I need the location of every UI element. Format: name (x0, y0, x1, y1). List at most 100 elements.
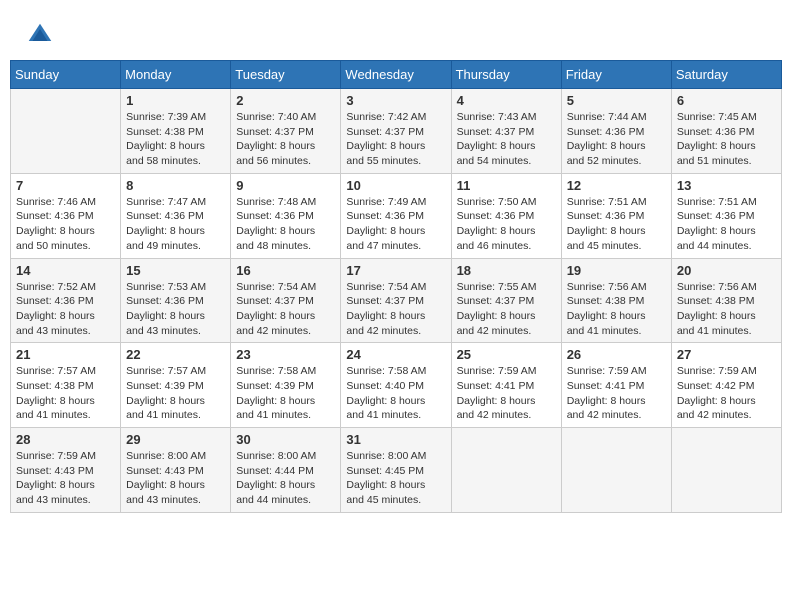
calendar-cell: 8 Sunrise: 7:47 AMSunset: 4:36 PMDaylight… (121, 173, 231, 258)
calendar-cell (561, 428, 671, 513)
day-number: 27 (677, 347, 776, 362)
day-number: 10 (346, 178, 445, 193)
day-info: Sunrise: 7:54 AMSunset: 4:37 PMDaylight:… (236, 280, 335, 339)
day-number: 13 (677, 178, 776, 193)
calendar-cell: 27 Sunrise: 7:59 AMSunset: 4:42 PMDayligh… (671, 343, 781, 428)
day-info: Sunrise: 7:58 AMSunset: 4:40 PMDaylight:… (346, 364, 445, 423)
day-info: Sunrise: 7:52 AMSunset: 4:36 PMDaylight:… (16, 280, 115, 339)
day-number: 7 (16, 178, 115, 193)
day-info: Sunrise: 7:55 AMSunset: 4:37 PMDaylight:… (457, 280, 556, 339)
calendar-cell: 4Sunrise: 7:43 AMSunset: 4:37 PMDaylight… (451, 89, 561, 174)
day-info: Sunrise: 7:56 AMSunset: 4:38 PMDaylight:… (677, 280, 776, 339)
calendar-cell: 16 Sunrise: 7:54 AMSunset: 4:37 PMDayligh… (231, 258, 341, 343)
calendar-cell: 21 Sunrise: 7:57 AMSunset: 4:38 PMDayligh… (11, 343, 121, 428)
day-info: Sunrise: 7:42 AMSunset: 4:37 PMDaylight:… (346, 110, 445, 169)
day-info: Sunrise: 7:57 AMSunset: 4:38 PMDaylight:… (16, 364, 115, 423)
day-info: Sunrise: 7:50 AMSunset: 4:36 PMDaylight:… (457, 195, 556, 254)
day-number: 16 (236, 263, 335, 278)
day-number: 6 (677, 93, 776, 108)
calendar-week-row: 28 Sunrise: 7:59 AMSunset: 4:43 PMDayligh… (11, 428, 782, 513)
day-info: Sunrise: 7:51 AMSunset: 4:36 PMDaylight:… (677, 195, 776, 254)
calendar-cell: 11 Sunrise: 7:50 AMSunset: 4:36 PMDayligh… (451, 173, 561, 258)
calendar-cell: 28 Sunrise: 7:59 AMSunset: 4:43 PMDayligh… (11, 428, 121, 513)
day-header-monday: Monday (121, 61, 231, 89)
calendar-week-row: 21 Sunrise: 7:57 AMSunset: 4:38 PMDayligh… (11, 343, 782, 428)
day-number: 15 (126, 263, 225, 278)
calendar-header-row: SundayMondayTuesdayWednesdayThursdayFrid… (11, 61, 782, 89)
logo-icon (25, 20, 55, 50)
calendar-cell: 7 Sunrise: 7:46 AMSunset: 4:36 PMDaylight… (11, 173, 121, 258)
calendar-cell: 15 Sunrise: 7:53 AMSunset: 4:36 PMDayligh… (121, 258, 231, 343)
page-header (10, 10, 782, 55)
day-info: Sunrise: 8:00 AMSunset: 4:43 PMDaylight:… (126, 449, 225, 508)
day-number: 19 (567, 263, 666, 278)
day-number: 29 (126, 432, 225, 447)
day-info: Sunrise: 7:53 AMSunset: 4:36 PMDaylight:… (126, 280, 225, 339)
day-number: 11 (457, 178, 556, 193)
calendar-cell: 13 Sunrise: 7:51 AMSunset: 4:36 PMDayligh… (671, 173, 781, 258)
day-info: Sunrise: 7:49 AMSunset: 4:36 PMDaylight:… (346, 195, 445, 254)
day-info: Sunrise: 7:45 AMSunset: 4:36 PMDaylight:… (677, 110, 776, 169)
day-info: Sunrise: 7:59 AMSunset: 4:41 PMDaylight:… (457, 364, 556, 423)
day-info: Sunrise: 8:00 AMSunset: 4:44 PMDaylight:… (236, 449, 335, 508)
day-number: 20 (677, 263, 776, 278)
calendar-cell: 20 Sunrise: 7:56 AMSunset: 4:38 PMDayligh… (671, 258, 781, 343)
logo (25, 20, 59, 50)
day-number: 9 (236, 178, 335, 193)
calendar-week-row: 1 Sunrise: 7:39 AMSunset: 4:38 PMDaylight… (11, 89, 782, 174)
calendar-cell: 14Sunrise: 7:52 AMSunset: 4:36 PMDayligh… (11, 258, 121, 343)
day-number: 8 (126, 178, 225, 193)
day-number: 28 (16, 432, 115, 447)
day-header-sunday: Sunday (11, 61, 121, 89)
calendar-cell: 25 Sunrise: 7:59 AMSunset: 4:41 PMDayligh… (451, 343, 561, 428)
calendar-cell: 12Sunrise: 7:51 AMSunset: 4:36 PMDayligh… (561, 173, 671, 258)
calendar-cell (451, 428, 561, 513)
day-header-thursday: Thursday (451, 61, 561, 89)
calendar-cell: 31 Sunrise: 8:00 AMSunset: 4:45 PMDayligh… (341, 428, 451, 513)
day-number: 17 (346, 263, 445, 278)
calendar-cell: 17Sunrise: 7:54 AMSunset: 4:37 PMDayligh… (341, 258, 451, 343)
day-number: 21 (16, 347, 115, 362)
day-info: Sunrise: 7:39 AMSunset: 4:38 PMDaylight:… (126, 110, 225, 169)
calendar-cell: 26Sunrise: 7:59 AMSunset: 4:41 PMDayligh… (561, 343, 671, 428)
calendar-cell: 19Sunrise: 7:56 AMSunset: 4:38 PMDayligh… (561, 258, 671, 343)
day-info: Sunrise: 7:47 AMSunset: 4:36 PMDaylight:… (126, 195, 225, 254)
day-info: Sunrise: 7:51 AMSunset: 4:36 PMDaylight:… (567, 195, 666, 254)
calendar-table: SundayMondayTuesdayWednesdayThursdayFrid… (10, 60, 782, 513)
day-number: 2 (236, 93, 335, 108)
day-header-saturday: Saturday (671, 61, 781, 89)
calendar-cell: 10 Sunrise: 7:49 AMSunset: 4:36 PMDayligh… (341, 173, 451, 258)
calendar-cell: 2Sunrise: 7:40 AMSunset: 4:37 PMDaylight… (231, 89, 341, 174)
calendar-cell: 6 Sunrise: 7:45 AMSunset: 4:36 PMDaylight… (671, 89, 781, 174)
day-info: Sunrise: 8:00 AMSunset: 4:45 PMDaylight:… (346, 449, 445, 508)
calendar-cell: 29 Sunrise: 8:00 AMSunset: 4:43 PMDayligh… (121, 428, 231, 513)
day-info: Sunrise: 7:59 AMSunset: 4:41 PMDaylight:… (567, 364, 666, 423)
day-number: 5 (567, 93, 666, 108)
calendar-cell: 3Sunrise: 7:42 AMSunset: 4:37 PMDaylight… (341, 89, 451, 174)
day-info: Sunrise: 7:48 AMSunset: 4:36 PMDaylight:… (236, 195, 335, 254)
calendar-cell: 5 Sunrise: 7:44 AMSunset: 4:36 PMDaylight… (561, 89, 671, 174)
calendar-week-row: 7 Sunrise: 7:46 AMSunset: 4:36 PMDaylight… (11, 173, 782, 258)
day-info: Sunrise: 7:59 AMSunset: 4:42 PMDaylight:… (677, 364, 776, 423)
day-info: Sunrise: 7:57 AMSunset: 4:39 PMDaylight:… (126, 364, 225, 423)
calendar-cell: 24 Sunrise: 7:58 AMSunset: 4:40 PMDayligh… (341, 343, 451, 428)
day-info: Sunrise: 7:59 AMSunset: 4:43 PMDaylight:… (16, 449, 115, 508)
calendar-cell: 22Sunrise: 7:57 AMSunset: 4:39 PMDayligh… (121, 343, 231, 428)
day-header-friday: Friday (561, 61, 671, 89)
day-info: Sunrise: 7:46 AMSunset: 4:36 PMDaylight:… (16, 195, 115, 254)
day-number: 1 (126, 93, 225, 108)
calendar-cell: 18 Sunrise: 7:55 AMSunset: 4:37 PMDayligh… (451, 258, 561, 343)
calendar-cell: 30 Sunrise: 8:00 AMSunset: 4:44 PMDayligh… (231, 428, 341, 513)
calendar-cell: 23 Sunrise: 7:58 AMSunset: 4:39 PMDayligh… (231, 343, 341, 428)
day-number: 23 (236, 347, 335, 362)
day-info: Sunrise: 7:58 AMSunset: 4:39 PMDaylight:… (236, 364, 335, 423)
day-number: 31 (346, 432, 445, 447)
day-number: 25 (457, 347, 556, 362)
day-number: 24 (346, 347, 445, 362)
day-number: 30 (236, 432, 335, 447)
day-info: Sunrise: 7:43 AMSunset: 4:37 PMDaylight:… (457, 110, 556, 169)
day-number: 18 (457, 263, 556, 278)
day-header-tuesday: Tuesday (231, 61, 341, 89)
calendar-cell (671, 428, 781, 513)
day-info: Sunrise: 7:44 AMSunset: 4:36 PMDaylight:… (567, 110, 666, 169)
